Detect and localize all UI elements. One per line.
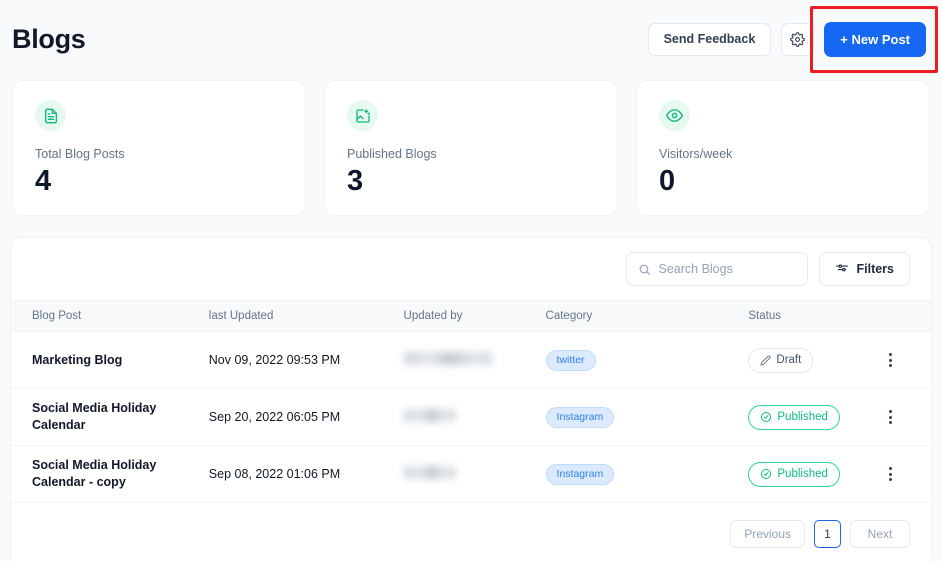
cell-updated-by (403, 445, 546, 503)
cell-row-actions (880, 388, 931, 446)
new-post-button[interactable]: + New Post (824, 21, 926, 57)
table-row[interactable]: Marketing Blog Nov 09, 2022 09:53 PM twi… (11, 331, 931, 389)
filters-label: Filters (856, 262, 894, 276)
send-feedback-button[interactable]: Send Feedback (647, 22, 772, 56)
column-header-blog-post: Blog Post (11, 300, 209, 332)
stat-card-published-blogs: Published Blogs 3 (324, 80, 618, 216)
kebab-menu-icon[interactable] (880, 467, 900, 481)
table-toolbar: Filters (11, 238, 931, 300)
table-row[interactable]: Social Media Holiday Calendar - copy Sep… (11, 445, 931, 503)
table-header-row: Blog Post last Updated Updated by Catego… (11, 300, 931, 332)
category-chip: Instagram (545, 406, 615, 428)
cell-status: Draft (748, 331, 881, 389)
cell-last-updated: Sep 20, 2022 06:05 PM (208, 388, 404, 446)
check-circle-icon (760, 468, 772, 480)
stat-label: Published Blogs (347, 147, 437, 161)
stat-card-visitors-week: Visitors/week 0 (636, 80, 930, 216)
updated-by-redacted (403, 466, 456, 479)
eye-icon (659, 100, 690, 131)
kebab-menu-icon[interactable] (880, 353, 900, 367)
gear-icon (790, 31, 806, 47)
document-icon (35, 100, 66, 131)
cell-blog-post: Marketing Blog (11, 331, 209, 389)
pencil-icon (760, 355, 771, 366)
cell-blog-post: Social Media Holiday Calendar - copy (11, 445, 209, 503)
search-box[interactable] (626, 252, 809, 286)
blog-post-title: Social Media Holiday Calendar (32, 401, 157, 432)
cell-category: twitter (545, 331, 749, 389)
page-title: Blogs (12, 23, 86, 54)
cell-status: Published (748, 388, 881, 446)
category-chip: Instagram (545, 463, 615, 485)
blog-post-title: Marketing Blog (32, 352, 123, 367)
updated-by-redacted (403, 352, 492, 365)
settings-button[interactable] (781, 22, 815, 56)
pagination: Previous 1 Next (11, 503, 931, 561)
page-header: Blogs Send Feedback + New Post (10, 0, 938, 78)
cell-updated-by (403, 388, 546, 446)
column-header-category: Category (545, 300, 749, 332)
kebab-menu-icon[interactable] (880, 410, 900, 424)
filter-icon (835, 262, 849, 276)
stat-value: 0 (659, 165, 675, 197)
last-updated-value: Sep 08, 2022 01:06 PM (208, 467, 341, 481)
filters-button[interactable]: Filters (819, 252, 910, 286)
cell-last-updated: Sep 08, 2022 01:06 PM (208, 445, 404, 503)
status-badge: Published (748, 404, 840, 430)
cell-category: Instagram (545, 445, 749, 503)
pagination-next-button[interactable]: Next (850, 520, 910, 548)
status-label: Draft (776, 354, 802, 366)
cell-status: Published (748, 445, 881, 503)
search-icon (638, 263, 651, 276)
search-input[interactable] (658, 262, 797, 276)
cell-updated-by (403, 331, 546, 389)
cell-row-actions (880, 331, 931, 389)
pagination-previous-button[interactable]: Previous (730, 520, 805, 548)
status-badge: Draft (748, 347, 814, 373)
table-row[interactable]: Social Media Holiday Calendar Sep 20, 20… (11, 388, 931, 446)
table-body: Marketing Blog Nov 09, 2022 09:53 PM twi… (11, 331, 931, 503)
blogs-table: Blog Post last Updated Updated by Catego… (11, 300, 931, 503)
stat-label: Visitors/week (659, 147, 733, 161)
column-header-status: Status (748, 300, 881, 332)
header-actions: Send Feedback + New Post (647, 5, 938, 73)
category-chip: twitter (545, 349, 596, 371)
status-label: Published (777, 411, 828, 423)
updated-by-redacted (403, 409, 456, 422)
blogs-page: Blogs Send Feedback + New Post Total Blo… (0, 0, 942, 561)
status-badge: Published (748, 461, 840, 487)
cell-last-updated: Nov 09, 2022 09:53 PM (208, 331, 404, 389)
image-publish-icon (347, 100, 378, 131)
column-header-actions (880, 300, 931, 332)
new-post-wrapper: + New Post (810, 5, 938, 73)
cell-category: Instagram (545, 388, 749, 446)
stat-label: Total Blog Posts (35, 147, 125, 161)
table-head: Blog Post last Updated Updated by Catego… (11, 300, 931, 332)
column-header-updated-by: Updated by (403, 300, 546, 332)
last-updated-value: Sep 20, 2022 06:05 PM (208, 410, 341, 424)
stats-row: Total Blog Posts 4 Published Blogs 3 Vis… (10, 80, 932, 216)
blogs-table-panel: Filters Blog Post last Updated Updated b… (10, 237, 932, 561)
stat-card-total-blog-posts: Total Blog Posts 4 (12, 80, 306, 216)
blog-post-title: Social Media Holiday Calendar - copy (32, 458, 157, 489)
cell-row-actions (880, 445, 931, 503)
check-circle-icon (760, 411, 772, 423)
stat-value: 4 (35, 165, 51, 197)
stat-value: 3 (347, 165, 363, 197)
last-updated-value: Nov 09, 2022 09:53 PM (208, 353, 341, 367)
pagination-page-1[interactable]: 1 (814, 520, 841, 548)
cell-blog-post: Social Media Holiday Calendar (11, 388, 209, 446)
status-label: Published (777, 468, 828, 480)
column-header-last-updated: last Updated (208, 300, 404, 332)
